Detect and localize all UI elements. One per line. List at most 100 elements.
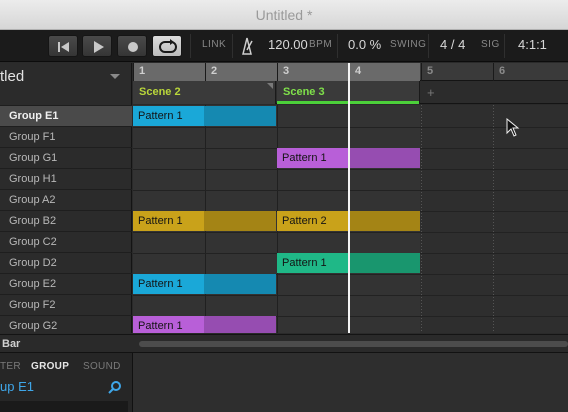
group-label: Group B2 [9, 215, 57, 227]
group-row[interactable]: Group E2 [0, 273, 132, 294]
group-label: Group G1 [9, 152, 58, 164]
group-row[interactable]: Group F1 [0, 126, 132, 147]
divider [190, 34, 191, 58]
link-label[interactable]: LINK [202, 39, 226, 50]
browser-panel: TER GROUP SOUND up E1 [0, 352, 568, 412]
rewind-button[interactable] [48, 35, 78, 57]
scene-2[interactable]: Scene 2 [133, 81, 276, 104]
pattern-clip[interactable]: Pattern 1 [133, 106, 276, 126]
arranger-grid[interactable]: Pattern 1 Pattern 1 Pattern 1 Pattern 2 Patt… [133, 105, 568, 333]
group-row[interactable]: Group C2 [0, 231, 132, 252]
group-label: Group E2 [9, 278, 57, 290]
position-value[interactable]: 4:1:1 [518, 37, 547, 52]
scene-label: Scene 2 [139, 86, 181, 98]
clip-segment [348, 211, 420, 231]
tab-sound[interactable]: SOUND [83, 361, 121, 372]
group-list-panel: tled Group E1 Group F1 Group G1 Group H1 Gro… [0, 63, 132, 333]
clip-label: Pattern 1 [138, 320, 183, 332]
clip-label: Pattern 1 [138, 215, 183, 227]
clip-label: Pattern 1 [282, 257, 327, 269]
selected-group-name[interactable]: up E1 [0, 379, 34, 394]
bar-label: Bar [2, 338, 21, 350]
divider [232, 34, 233, 58]
clip-label: Pattern 1 [138, 278, 183, 290]
group-row[interactable]: Group D2 [0, 252, 132, 273]
bar-number: 2 [211, 65, 218, 77]
scene-label: Scene 3 [283, 86, 325, 98]
clip-segment [204, 274, 276, 294]
scene-corner-marker [267, 83, 273, 89]
clip-segment [348, 148, 420, 168]
add-scene-button[interactable]: + [427, 85, 435, 100]
tempo-unit: BPM [309, 39, 333, 50]
clip-label: Pattern 2 [282, 215, 327, 227]
play-button[interactable] [82, 35, 112, 57]
ruler-bar[interactable]: 5 [421, 63, 493, 81]
arranger-ruler[interactable]: 1 2 3 4 5 6 [133, 63, 568, 81]
bar-number: 5 [427, 65, 434, 77]
rewind-icon [58, 42, 69, 52]
project-name[interactable]: tled [0, 68, 24, 85]
swing-label: SWING [390, 39, 427, 50]
group-row[interactable]: Group B2 [0, 210, 132, 231]
group-row[interactable]: Group E1 [0, 105, 132, 126]
ruler-bar[interactable]: 1 [133, 63, 205, 81]
bar-number: 4 [355, 65, 362, 77]
clip-label: Pattern 1 [282, 152, 327, 164]
bar-number: 6 [499, 65, 506, 77]
bar-number: 1 [139, 65, 146, 77]
scrollbar-thumb[interactable] [139, 341, 568, 347]
loop-icon [159, 39, 177, 53]
tempo-value[interactable]: 120.00 [268, 37, 308, 52]
divider [504, 34, 505, 58]
group-label: Group F1 [9, 131, 56, 143]
group-row[interactable]: Group H1 [0, 168, 132, 189]
group-label: Group E1 [9, 110, 59, 122]
ruler-bar[interactable]: 6 [493, 63, 565, 81]
grid-row-line [133, 295, 568, 296]
ruler-bar[interactable]: 2 [205, 63, 277, 81]
ruler-bar[interactable]: 4 [349, 63, 421, 81]
scene-row: Scene 2 Scene 3 + [133, 81, 568, 104]
clip-segment [204, 316, 276, 333]
pattern-clip[interactable]: Pattern 1 [133, 211, 276, 231]
grid-row-line [133, 169, 568, 170]
ruler-bar[interactable]: 3 [277, 63, 349, 81]
horizontal-scrollbar[interactable] [133, 334, 568, 352]
divider [428, 34, 429, 58]
group-label: Group G2 [9, 320, 58, 332]
window-title: Untitled * [255, 7, 313, 23]
grid-row-line [133, 127, 568, 128]
swing-value[interactable]: 0.0 % [348, 37, 381, 52]
search-icon[interactable] [108, 380, 122, 394]
transport-bar: LINK 120.00 BPM 0.0 % SWING 4 / 4 SIG 4:… [0, 30, 568, 62]
signature-label: SIG [481, 39, 500, 50]
bar-number: 3 [283, 65, 290, 77]
pattern-clip[interactable]: Pattern 1 [133, 274, 276, 294]
group-label: Group F2 [9, 299, 56, 311]
mouse-pointer-icon [506, 118, 520, 137]
group-row[interactable]: Group G2 [0, 315, 132, 336]
loop-button[interactable] [152, 35, 182, 57]
window-titlebar: Untitled * [0, 0, 568, 30]
record-button[interactable] [117, 35, 147, 57]
grid-line [493, 105, 494, 333]
playhead[interactable] [348, 105, 350, 333]
play-icon [94, 41, 104, 53]
group-row[interactable]: Group G1 [0, 147, 132, 168]
chevron-down-icon[interactable] [110, 74, 120, 79]
clip-segment [348, 253, 420, 273]
metronome-icon[interactable] [240, 37, 254, 55]
group-row[interactable]: Group F2 [0, 294, 132, 315]
tab-master[interactable]: TER [0, 361, 21, 372]
browser-field[interactable] [0, 401, 128, 412]
tab-group[interactable]: GROUP [31, 361, 69, 372]
pattern-clip[interactable]: Pattern 1 [133, 316, 276, 333]
playhead-top [348, 63, 350, 105]
signature-value[interactable]: 4 / 4 [440, 37, 465, 52]
group-row[interactable]: Group A2 [0, 189, 132, 210]
clip-segment [204, 211, 276, 231]
clip-segment [204, 106, 276, 126]
clip-label: Pattern 1 [138, 110, 183, 122]
grid-row-line [133, 190, 568, 191]
